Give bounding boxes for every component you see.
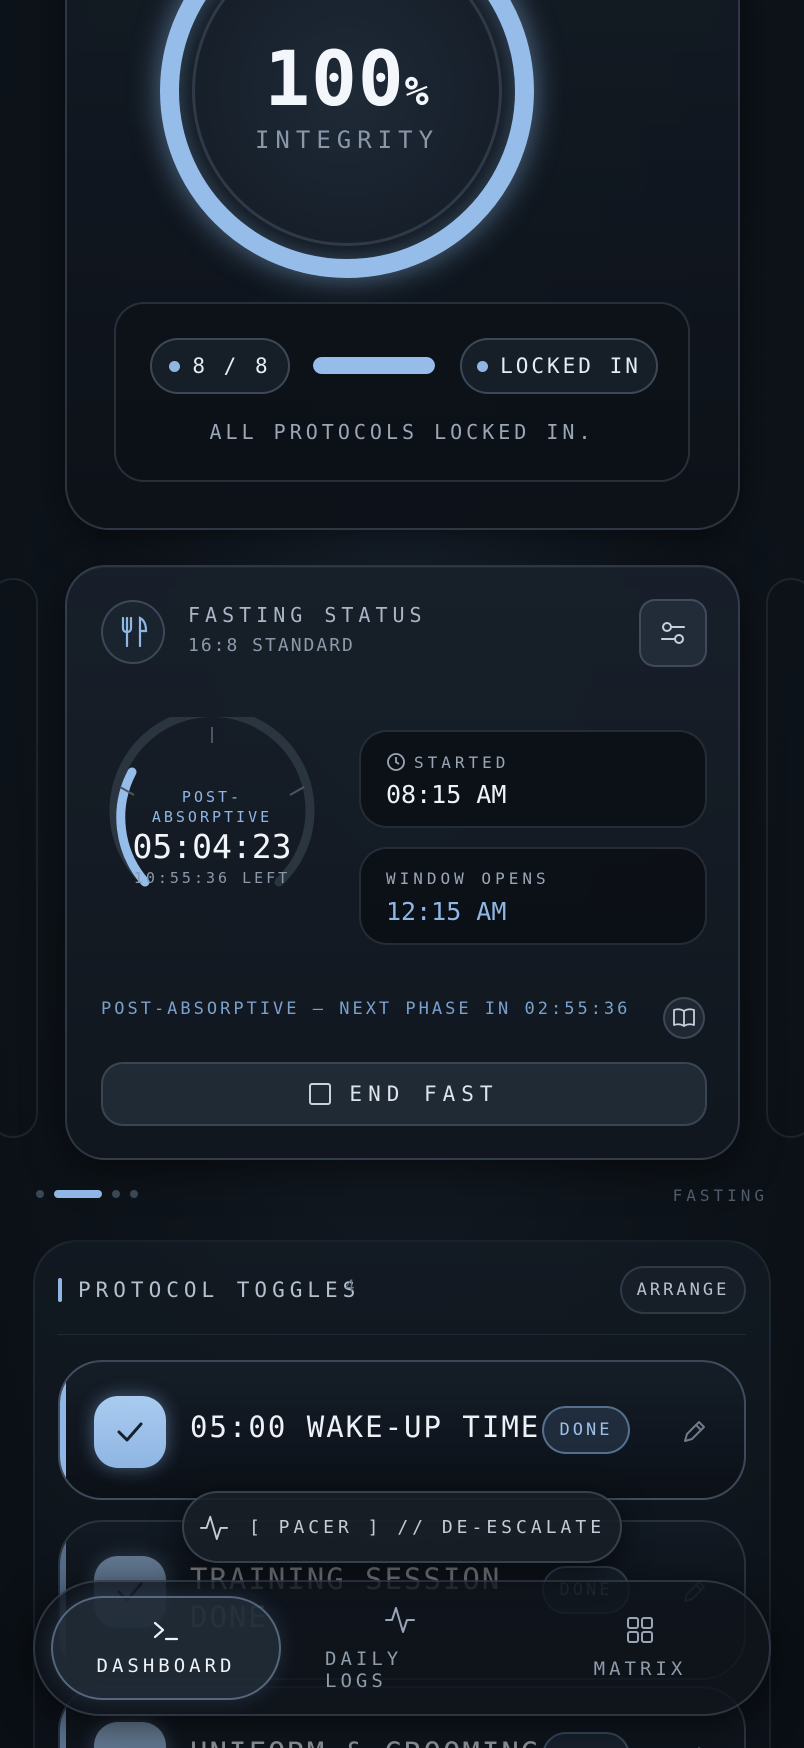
- terminal-icon: [153, 1621, 179, 1641]
- nav-matrix[interactable]: MATRIX: [575, 1582, 705, 1714]
- protocol-toggles-count: 4: [345, 1276, 355, 1295]
- protocol-checkbox[interactable]: [94, 1396, 166, 1468]
- integrity-ring: 100% INTEGRITY: [160, 0, 534, 278]
- started-label-row: STARTED: [386, 752, 509, 772]
- integrity-status-panel: 8 / 8 LOCKED IN ALL PROTOCOLS LOCKED IN.: [114, 302, 690, 482]
- pager-label: FASTING: [672, 1186, 768, 1205]
- done-badge: DONE: [542, 1406, 630, 1454]
- pacer-label: [ PACER ] // DE-ESCALATE: [248, 1516, 606, 1538]
- integrity-label: INTEGRITY: [254, 126, 440, 154]
- window-value: 12:15 AM: [386, 897, 507, 926]
- pencil-icon: [697, 1747, 701, 1748]
- edit-button[interactable]: [680, 1744, 708, 1748]
- status-dot: [169, 360, 181, 372]
- edit-button[interactable]: [680, 1418, 708, 1446]
- fasting-elapsed: 05:04:23: [132, 827, 292, 866]
- divider: [58, 1334, 746, 1335]
- fasting-protocol: 16:8 STANDARD: [188, 635, 355, 656]
- arrange-button[interactable]: ARRANGE: [620, 1266, 746, 1314]
- locked-in-badge: LOCKED IN: [460, 338, 658, 394]
- locked-in-label: LOCKED IN: [500, 354, 641, 378]
- protocol-label: 05:00 WAKE-UP TIME: [190, 1410, 541, 1444]
- fasting-card: FASTING STATUS 16:8 STANDARD POST- ABSOR…: [65, 565, 740, 1160]
- started-box: STARTED 08:15 AM: [359, 730, 707, 828]
- square-icon: [309, 1083, 332, 1105]
- fasting-remaining: 10:55:36 LEFT: [133, 869, 291, 887]
- pager-dot[interactable]: [130, 1190, 138, 1198]
- protocol-count: 8 / 8: [192, 354, 271, 378]
- status-dot: [477, 360, 489, 372]
- carousel-next-card[interactable]: [766, 578, 804, 1138]
- check-icon: [117, 1422, 143, 1442]
- pacer-chip[interactable]: [ PACER ] // DE-ESCALATE: [182, 1491, 622, 1563]
- book-icon: [673, 1008, 695, 1027]
- started-value: 08:15 AM: [386, 780, 507, 809]
- nav-daily-logs-label: DAILY LOGS: [325, 1648, 403, 1692]
- nav-daily-logs[interactable]: DAILY LOGS: [325, 1582, 475, 1714]
- end-fast-button[interactable]: END FAST: [101, 1062, 707, 1126]
- grid-icon: [627, 1617, 653, 1643]
- carousel-prev-card[interactable]: [0, 578, 38, 1138]
- integrity-unit: %: [404, 69, 430, 115]
- bottom-nav: DASHBOARD DAILY LOGS MATRIX: [33, 1580, 771, 1716]
- integrity-message: ALL PROTOCOLS LOCKED IN.: [209, 420, 595, 444]
- nav-matrix-label: MATRIX: [593, 1658, 687, 1680]
- integrity-number: 100: [264, 34, 405, 123]
- fasting-phase: POST- ABSORPTIVE: [151, 788, 273, 826]
- phase-guide-button[interactable]: [663, 997, 705, 1039]
- clock-icon: [387, 753, 405, 771]
- pager-dot-active[interactable]: [54, 1190, 102, 1198]
- window-label: WINDOW OPENS: [386, 869, 550, 888]
- integrity-progress-bar: [313, 357, 435, 374]
- fasting-settings-button[interactable]: [639, 599, 707, 667]
- activity-icon: [385, 1607, 415, 1633]
- nav-dashboard[interactable]: DASHBOARD: [51, 1596, 281, 1700]
- row-accent: [60, 1362, 66, 1498]
- sliders-icon: [661, 622, 685, 644]
- protocol-checkbox[interactable]: [94, 1722, 166, 1748]
- integrity-value: 100%: [160, 34, 534, 123]
- nav-dashboard-label: DASHBOARD: [96, 1655, 236, 1677]
- utensils-icon: [101, 600, 165, 664]
- activity-icon: [199, 1515, 228, 1541]
- done-badge: DONE: [542, 1732, 630, 1748]
- protocol-label: UNIFORM & GROOMING: [190, 1736, 540, 1748]
- protocol-row[interactable]: 05:00 WAKE-UP TIME DONE: [58, 1360, 746, 1500]
- section-accent-bar: [58, 1278, 62, 1302]
- pager-dot[interactable]: [36, 1190, 44, 1198]
- carousel-pager[interactable]: [36, 1190, 138, 1198]
- protocol-count-pill: 8 / 8: [150, 338, 290, 394]
- protocol-toggles-title: PROTOCOL TOGGLES: [78, 1278, 361, 1302]
- phase-info: POST-ABSORPTIVE — NEXT PHASE IN 02:55:36: [101, 999, 631, 1019]
- integrity-progress-fill: [313, 357, 435, 374]
- fasting-title: FASTING STATUS: [188, 603, 427, 627]
- pager-dot[interactable]: [112, 1190, 120, 1198]
- pencil-icon: [684, 1421, 705, 1442]
- window-box: WINDOW OPENS 12:15 AM: [359, 847, 707, 945]
- end-fast-label: END FAST: [349, 1082, 499, 1106]
- started-label: STARTED: [414, 752, 510, 772]
